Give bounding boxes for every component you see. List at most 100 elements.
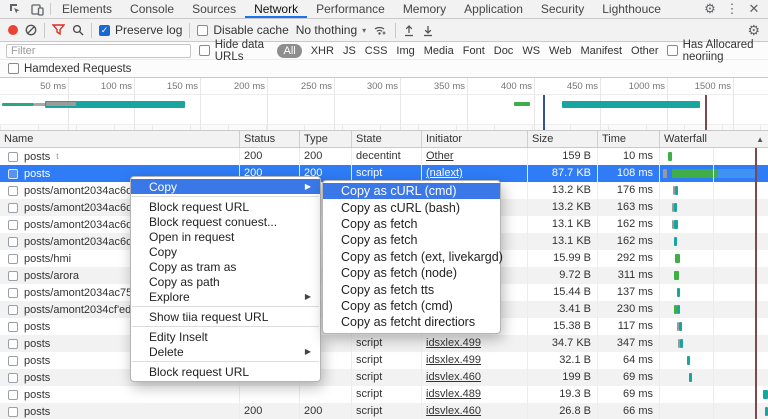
tab-application[interactable]: Application: [455, 0, 532, 18]
table-row[interactable]: postst200200decentintOther159 B10 ms: [0, 148, 768, 165]
column-header-state[interactable]: State: [352, 131, 422, 147]
pill-web[interactable]: Web: [549, 45, 571, 57]
pill-font[interactable]: Font: [463, 45, 485, 57]
state-cell: script: [352, 386, 422, 403]
menu-item-copy[interactable]: Copy▶: [131, 179, 320, 194]
pill-js[interactable]: JS: [343, 45, 356, 57]
checkbox-unchecked-icon: [667, 45, 678, 56]
import-har-icon[interactable]: [403, 24, 415, 37]
menu-item-block-request-url[interactable]: Block request URL: [131, 199, 320, 214]
menu-item-copy-as-path[interactable]: Copy as path: [131, 274, 320, 289]
network-conditions-wifi-icon[interactable]: [373, 24, 388, 36]
preserve-log-checkbox[interactable]: ✓ Preserve log: [99, 23, 182, 37]
submenu-item-copy-as-fetch-ext-livekargd[interactable]: Copy as fetch (ext, livekargd): [323, 249, 500, 265]
menu-item-block-request-conuest[interactable]: Block request conuest...: [131, 214, 320, 229]
column-header-status[interactable]: Status: [240, 131, 300, 147]
menu-item-copy[interactable]: Copy: [131, 244, 320, 259]
column-header-name[interactable]: Name: [0, 131, 240, 147]
menu-item-show-tiia-request-url[interactable]: Show tiia request URL: [131, 309, 320, 324]
inspect-cursor-icon[interactable]: [4, 0, 26, 18]
network-settings-gear-icon[interactable]: ⚙: [747, 22, 760, 39]
column-header-waterfall[interactable]: Waterfall ▲: [660, 131, 768, 147]
menu-item-edity-inselt[interactable]: Edity Inselt: [131, 329, 320, 344]
submenu-item-copy-as-curl-cmd[interactable]: Copy as cURL (cmd): [323, 183, 500, 199]
column-header-size[interactable]: Size: [528, 131, 598, 147]
search-icon[interactable]: [72, 24, 84, 36]
disable-cache-checkbox[interactable]: Disable cache: [197, 23, 288, 37]
tab-elements[interactable]: Elements: [53, 0, 121, 18]
submenu-item-copy-as-fetch[interactable]: Copy as fetch: [323, 216, 500, 232]
pill-media[interactable]: Media: [424, 45, 454, 57]
column-header-type[interactable]: Type: [300, 131, 352, 147]
menu-item-copy-as-tram-as[interactable]: Copy as tram as: [131, 259, 320, 274]
pill-other[interactable]: Other: [631, 45, 659, 57]
hide-data-urls-checkbox[interactable]: Hide data URLs: [199, 39, 270, 63]
kebab-menu-icon[interactable]: ⋮: [722, 1, 742, 17]
tab-network[interactable]: Network: [245, 0, 307, 18]
pill-ws[interactable]: WS: [522, 45, 540, 57]
tab-performance[interactable]: Performance: [307, 0, 394, 18]
waterfall-bar: [677, 305, 680, 314]
export-har-icon[interactable]: [422, 24, 434, 37]
pill-doc[interactable]: Doc: [494, 45, 514, 57]
throttling-select[interactable]: No thothing ▾: [296, 23, 366, 37]
overview-gridline: [534, 78, 535, 130]
file-icon: [8, 339, 18, 349]
submenu-item-copy-as-fetcht-directiors[interactable]: Copy as fetcht directiors: [323, 314, 500, 330]
type-cell: 200: [300, 148, 352, 165]
initiator-link[interactable]: idsvlex.460: [422, 369, 528, 386]
submenu-item-copy-as-fetch[interactable]: Copy as fetch: [323, 232, 500, 248]
filter-funnel-icon[interactable]: [52, 24, 65, 36]
pill-all[interactable]: All: [277, 44, 301, 58]
clear-button[interactable]: [25, 24, 37, 36]
table-row[interactable]: posts200200scriptidsvlex.46026.8 B66 ms: [0, 403, 768, 419]
waterfall-cell: [660, 284, 768, 301]
pill-css[interactable]: CSS: [365, 45, 388, 57]
close-icon[interactable]: ✕: [744, 1, 764, 17]
pill-img[interactable]: Img: [396, 45, 414, 57]
initiator-link[interactable]: Other: [422, 148, 528, 165]
tab-memory[interactable]: Memory: [394, 0, 455, 18]
table-row[interactable]: postsscriptidsvlex.48919.3 B69 ms: [0, 386, 768, 403]
menu-item-block-request-url[interactable]: Block request URL: [131, 364, 320, 379]
state-cell: script: [352, 369, 422, 386]
sort-ascending-icon: ▲: [756, 133, 764, 147]
initiator-link[interactable]: idsvlex.460: [422, 403, 528, 419]
submenu-item-copy-as-fetch-cmd[interactable]: Copy as fetch (cmd): [323, 298, 500, 314]
initiator-link[interactable]: idsxlex.499: [422, 335, 528, 352]
table-row[interactable]: postsscriptidsxlex.49934.7 KB347 ms: [0, 335, 768, 352]
inverted-requests-checkbox[interactable]: Hamdexed Requests: [8, 63, 131, 75]
column-header-time[interactable]: Time: [598, 131, 660, 147]
table-row[interactable]: postsscriptidsxlex.49932.1 B64 ms: [0, 352, 768, 369]
submenu-item-copy-as-fetch-node[interactable]: Copy as fetch (node): [323, 265, 500, 281]
pill-xhr[interactable]: XHR: [311, 45, 334, 57]
waterfall-bar: [675, 186, 678, 195]
submenu-item-label: Copy as fetch tts: [341, 283, 434, 297]
checkbox-unchecked-icon: [8, 63, 19, 74]
blocked-cookies-checkbox[interactable]: Has Allocared neoriing: [667, 39, 762, 63]
tab-lighthouce[interactable]: Lighthouce: [593, 0, 670, 18]
menu-item-delete[interactable]: Delete▶: [131, 344, 320, 359]
initiator-link[interactable]: idsxlex.499: [422, 352, 528, 369]
overview-timeline[interactable]: 50 ms100 ms150 ms200 ms250 ms300 ms350 m…: [0, 78, 768, 131]
waterfall-bar: [718, 169, 757, 178]
tab-security[interactable]: Security: [532, 0, 593, 18]
table-row[interactable]: postsscriptidsvlex.460199 B69 ms: [0, 369, 768, 386]
tab-sources[interactable]: Sources: [183, 0, 245, 18]
initiator-link[interactable]: idsvlex.489: [422, 386, 528, 403]
pill-manifest[interactable]: Manifest: [580, 45, 622, 57]
column-header-initiator[interactable]: Initiator: [422, 131, 528, 147]
settings-gear-icon[interactable]: ⚙: [700, 1, 720, 17]
file-icon: [8, 271, 18, 281]
name-cell: posts: [0, 403, 240, 419]
menu-item-open-in-request[interactable]: Open in request: [131, 229, 320, 244]
checkbox-unchecked-icon: [199, 45, 210, 56]
menu-item-explore[interactable]: Explore▶: [131, 289, 320, 304]
device-toolbar-icon[interactable]: [26, 0, 48, 18]
type-cell: [300, 386, 352, 403]
tab-console[interactable]: Console: [121, 0, 183, 18]
submenu-item-copy-as-curl-bash[interactable]: Copy as cURL (bash): [323, 199, 500, 215]
submenu-item-copy-as-fetch-tts[interactable]: Copy as fetch tts: [323, 281, 500, 297]
filter-input[interactable]: [6, 44, 191, 58]
record-button[interactable]: [8, 25, 18, 35]
